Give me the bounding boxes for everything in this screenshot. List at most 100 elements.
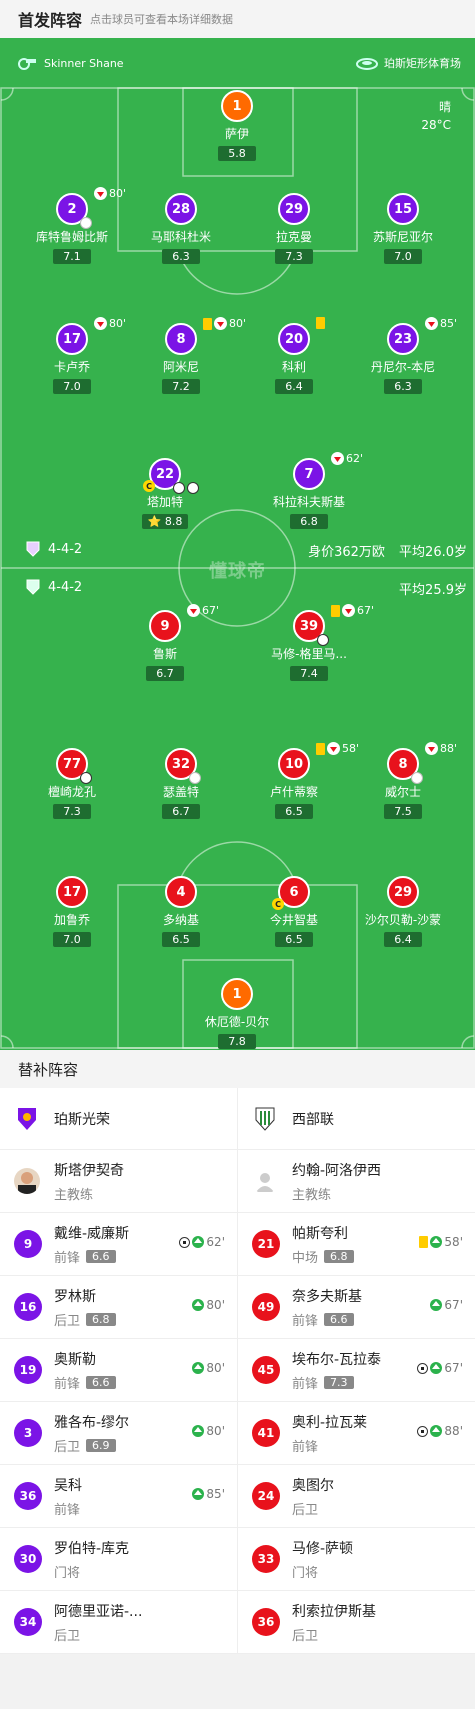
player-home-7[interactable]: 7 62' 科拉科夫斯基 6.8 (254, 452, 364, 529)
sub-player[interactable]: 24 奥图尔 后卫 (237, 1465, 475, 1527)
sub-player[interactable]: 34 阿德里亚诺-... 后卫 (0, 1591, 237, 1653)
sub-player[interactable]: 45 埃布尔-瓦拉泰 前锋 7.3 67' (237, 1339, 475, 1401)
home-coach[interactable]: 斯塔伊契奇 主教练 (0, 1150, 237, 1212)
goal-icon (317, 634, 329, 646)
player-home-28[interactable]: 28 马耶科杜米 6.3 (126, 193, 236, 264)
sub-player[interactable]: 36 吴科 前锋 85' (0, 1465, 237, 1527)
away-team[interactable]: 西部联 (237, 1088, 475, 1149)
sub-event: 67' (417, 1361, 463, 1375)
player-away-77[interactable]: 77 檀崎龙孔 7.3 (17, 748, 127, 819)
coach-role: 主教练 (292, 1187, 332, 1203)
sub-player[interactable]: 33 马修-萨顿 门将 (237, 1528, 475, 1590)
player-events: 80' (94, 187, 126, 200)
sub-player[interactable]: 30 罗伯特-库克 门将 (0, 1528, 237, 1590)
captain-icon: C (272, 898, 284, 910)
sub-out-icon (94, 317, 107, 330)
sub-player[interactable]: 9 戴维-威廉斯 前锋 6.6 62' (0, 1213, 237, 1275)
player-name: 卢什蒂察 (269, 785, 318, 799)
sub-event: 80' (192, 1298, 225, 1312)
sub-event: 58' (419, 1235, 463, 1249)
lineup-header: 首发阵容 点击球员可查看本场详细数据 (0, 0, 475, 38)
sub-in-icon (192, 1362, 205, 1374)
player-home-17[interactable]: 17 80' 卡卢乔 7.0 (17, 317, 127, 394)
sub-player[interactable]: 41 奥利-拉瓦莱 前锋 88' (237, 1402, 475, 1464)
player-number: 9 (149, 610, 181, 642)
referee-name: Skinner Shane (44, 56, 124, 70)
player-number: 17 (56, 323, 88, 355)
player-rating: 7.3 (275, 249, 313, 264)
sub-event: 62' (179, 1235, 225, 1249)
player-home-15[interactable]: 15 苏斯尼亚尔 7.0 (348, 193, 458, 264)
player-events: 88' (425, 742, 457, 755)
home-team[interactable]: 珀斯光荣 (0, 1088, 237, 1149)
player-name: 库特鲁姆比斯 (35, 230, 108, 244)
sub-rating: 6.8 (86, 1312, 116, 1326)
player-events: 62' (331, 452, 363, 465)
player-home-2[interactable]: 2 80' 库特鲁姆比斯 7.1 (17, 187, 127, 264)
away-crest-icon (26, 579, 40, 595)
sub-player[interactable]: 49 奈多夫斯基 前锋 6.6 67' (237, 1276, 475, 1338)
player-away-gk[interactable]: 1 休厄德-贝尔 7.8 (182, 978, 292, 1049)
sub-rating: 7.3 (324, 1375, 354, 1389)
player-events: 85' (425, 317, 457, 330)
sub-position: 前锋 (54, 1250, 81, 1266)
player-home-23[interactable]: 23 85' 丹尼尔-本尼 6.3 (348, 317, 458, 394)
away-team-name: 西部联 (292, 1111, 334, 1128)
player-rating: 5.8 (218, 146, 256, 161)
sub-row: 36 吴科 前锋 85' 24 奥图尔 后卫 (0, 1465, 475, 1528)
away-coach[interactable]: 约翰-阿洛伊西 主教练 (237, 1150, 475, 1212)
player-name: 加鲁乔 (53, 913, 90, 927)
sub-out-icon (342, 604, 355, 617)
player-rating: 7.4 (290, 666, 328, 681)
player-away-39[interactable]: 39 67' 马修-格里马... 7.4 (254, 604, 374, 681)
sub-in-icon (192, 1425, 205, 1437)
player-away-17[interactable]: 17 加鲁乔 7.0 (17, 876, 127, 947)
sub-position: 中场 (292, 1250, 319, 1266)
player-events: 80' (94, 317, 126, 330)
goal-icon (417, 1425, 429, 1437)
sub-position: 后卫 (54, 1439, 81, 1455)
player-rating: 6.7 (162, 804, 200, 819)
weather-temperature: 28°C (421, 118, 451, 132)
sub-in-icon (430, 1425, 443, 1437)
yellow-card-icon (316, 317, 325, 329)
sub-name: 利索拉伊斯基 (292, 1603, 376, 1620)
sub-rating: 6.6 (324, 1312, 354, 1326)
sub-player[interactable]: 36 利索拉伊斯基 后卫 (237, 1591, 475, 1653)
sub-name: 奈多夫斯基 (292, 1288, 362, 1305)
player-away-9[interactable]: 9 67' 鲁斯 6.7 (110, 604, 220, 681)
player-rating: 7.2 (162, 379, 200, 394)
player-name: 塔加特 (146, 495, 183, 509)
subs-table: 珀斯光荣 西部联 斯塔伊契奇 主教练 约翰-阿洛伊西 主教练 9 戴维-威廉斯 前锋 6… (0, 1088, 475, 1654)
goal-icon (80, 772, 92, 784)
player-away-32[interactable]: 32 瑟盖特 6.7 (126, 748, 236, 819)
coach-role: 主教练 (54, 1187, 94, 1203)
goal-icon (187, 482, 199, 494)
home-crest-icon (14, 1106, 40, 1132)
player-rating: 7.3 (53, 804, 91, 819)
player-events (316, 317, 327, 329)
sub-row: 9 戴维-威廉斯 前锋 6.6 62' 21 帕斯夸利 中场 6.8 58' (0, 1213, 475, 1276)
player-rating: 6.8 (290, 514, 328, 529)
player-home-22[interactable]: 22 C 塔加特 ⭐ 8.8 (110, 458, 220, 529)
sub-player[interactable]: 21 帕斯夸利 中场 6.8 58' (237, 1213, 475, 1275)
player-away-29[interactable]: 29 沙尔贝勒-沙蒙 6.4 (348, 876, 458, 947)
sub-name: 罗林斯 (54, 1288, 96, 1305)
sub-position: 后卫 (292, 1502, 319, 1518)
player-name: 沙尔贝勒-沙蒙 (364, 913, 442, 927)
player-away-8[interactable]: 8 88' 威尔士 7.5 (348, 742, 458, 819)
sub-player[interactable]: 19 奥斯勒 前锋 6.6 80' (0, 1339, 237, 1401)
player-number: 39 (293, 610, 329, 646)
sub-position: 后卫 (54, 1313, 81, 1329)
player-rating: 6.5 (275, 804, 313, 819)
sub-player[interactable]: 16 罗林斯 后卫 6.8 80' (0, 1276, 237, 1338)
player-home-29[interactable]: 29 拉克曼 7.3 (239, 193, 349, 264)
player-home-8[interactable]: 8 80' 阿米尼 7.2 (126, 317, 246, 394)
player-away-4[interactable]: 4 多纳基 6.5 (126, 876, 236, 947)
player-name: 科利 (281, 360, 306, 374)
player-home-gk[interactable]: 1 萨伊 5.8 (182, 90, 292, 161)
player-away-6[interactable]: 6C 今井智基 6.5 (239, 876, 349, 947)
sub-player[interactable]: 3 雅各布-缪尔 后卫 6.9 80' (0, 1402, 237, 1464)
player-away-10[interactable]: 10 58' 卢什蒂察 6.5 (239, 742, 359, 819)
player-home-20[interactable]: 20 科利 6.4 (239, 317, 349, 394)
